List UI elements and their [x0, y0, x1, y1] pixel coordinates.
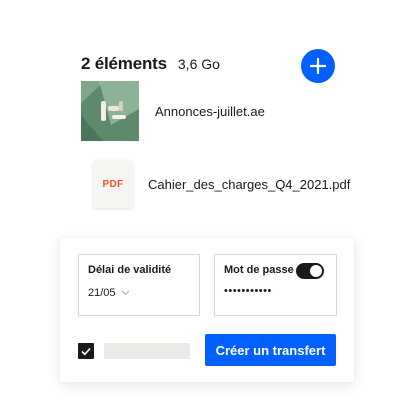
image-thumbnail: [81, 81, 139, 141]
file-name: Annonces-juillet.ae: [155, 103, 265, 119]
add-files-button[interactable]: [301, 49, 335, 83]
password-label: Mot de passe: [224, 264, 294, 276]
option-label-placeholder: [104, 343, 190, 359]
file-item[interactable]: Annonces-juillet.ae: [81, 81, 265, 141]
pdf-file-icon: PDF: [93, 160, 133, 208]
expiry-field[interactable]: Délai de validité 21/05: [78, 254, 200, 316]
toggle-knob: [310, 265, 322, 277]
password-input[interactable]: •••••••••••: [224, 285, 272, 297]
checkmark-icon: [81, 347, 91, 355]
items-count: 2 éléments: [81, 54, 167, 73]
pdf-label: PDF: [102, 178, 124, 190]
file-name: Cahier_des_charges_Q4_2021.pdf: [148, 176, 351, 192]
transfer-summary: 2 éléments 3,6 Go: [81, 54, 220, 74]
chevron-down-icon: [121, 290, 130, 296]
option-checkbox[interactable]: [78, 343, 94, 359]
create-transfer-button[interactable]: Créer un transfert: [205, 334, 336, 366]
expiry-label: Délai de validité: [88, 264, 172, 276]
plus-icon: [310, 58, 326, 74]
password-toggle[interactable]: [296, 263, 324, 279]
total-size: 3,6 Go: [177, 56, 220, 72]
expiry-value: 21/05: [88, 287, 116, 299]
file-item[interactable]: PDF Cahier_des_charges_Q4_2021.pdf: [81, 160, 350, 208]
expiry-select[interactable]: 21/05: [88, 287, 130, 299]
